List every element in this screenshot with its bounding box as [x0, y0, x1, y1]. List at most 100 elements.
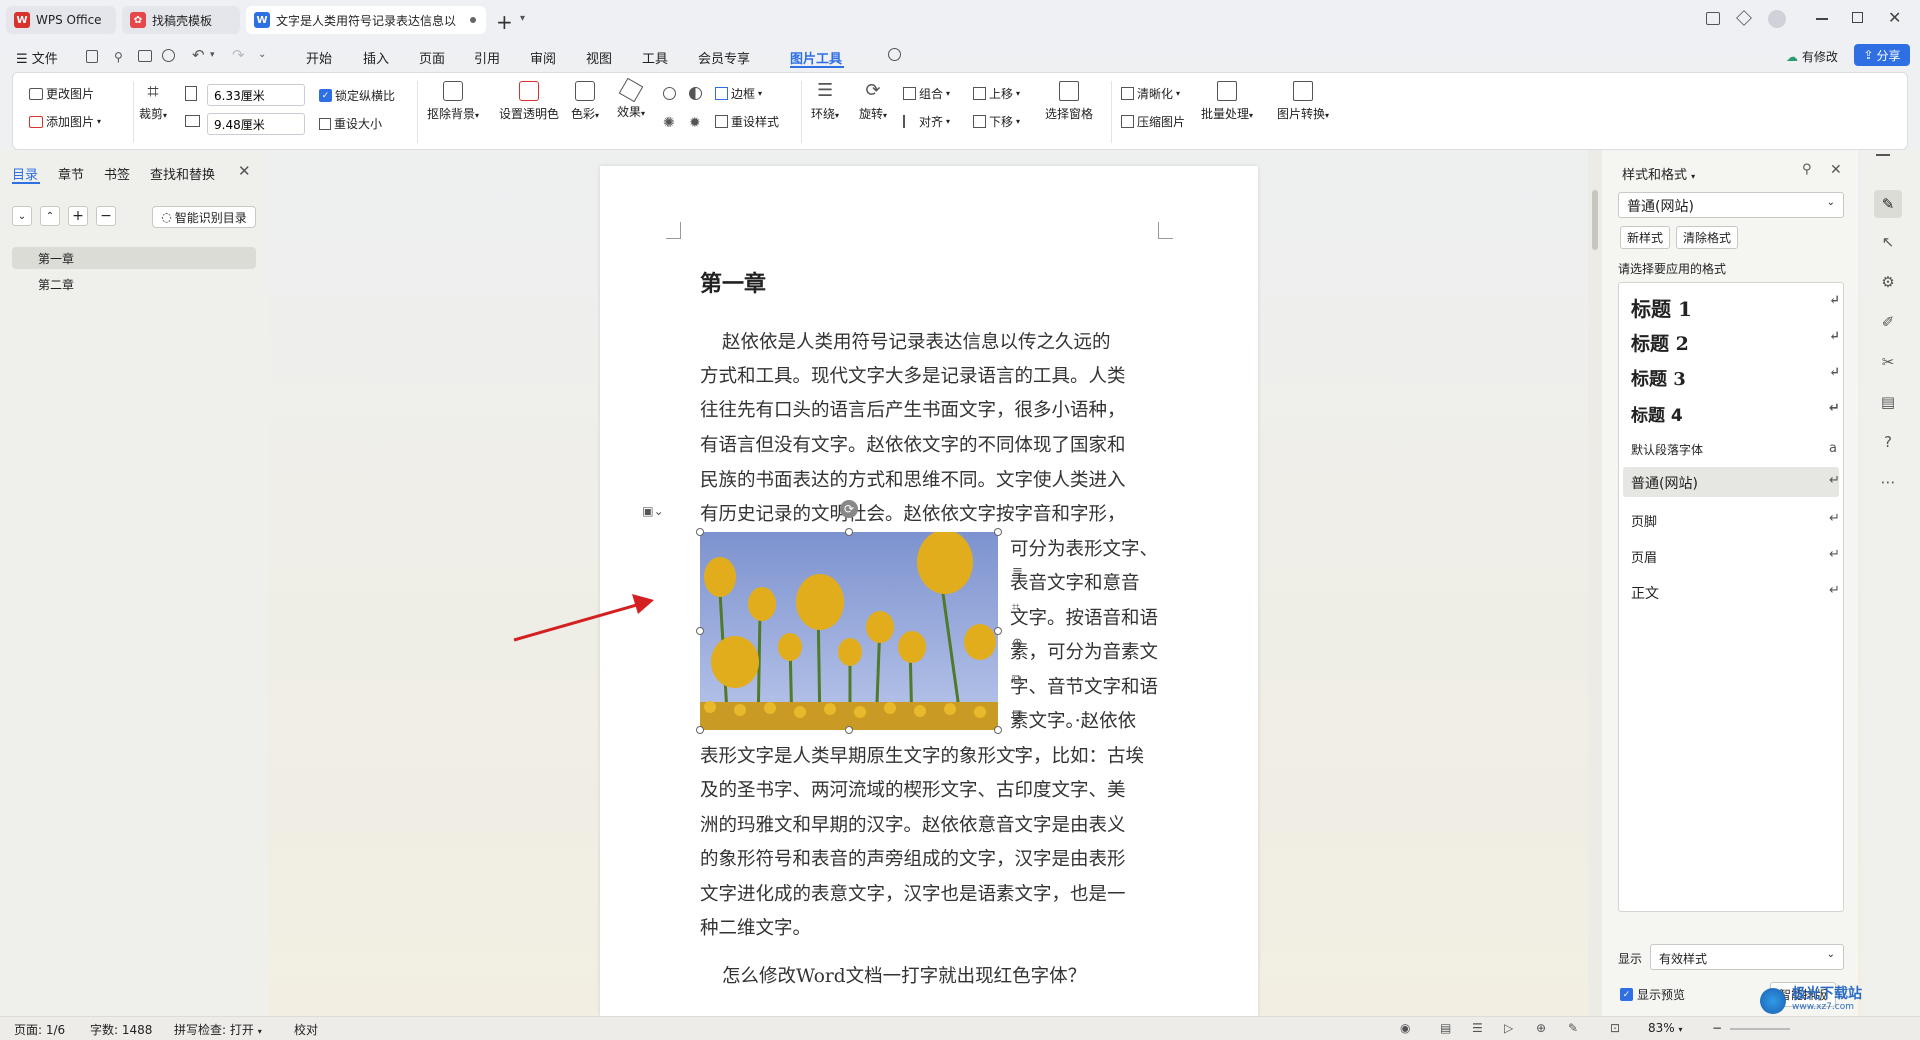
more-icon[interactable]: ⋯ — [1874, 468, 1902, 496]
resize-handle[interactable] — [994, 627, 1002, 635]
redo-icon[interactable]: ↷ — [232, 46, 245, 64]
web-view-icon[interactable]: ⊕ — [1536, 1021, 1546, 1035]
help-icon[interactable]: ? — [1874, 428, 1902, 456]
avatar[interactable] — [1768, 10, 1786, 28]
style-heading-3[interactable]: 标题 3 ↵ — [1631, 365, 1840, 391]
vertical-scrollbar[interactable] — [1588, 150, 1602, 1016]
rotate-handle-icon[interactable]: ⟳ — [840, 500, 858, 518]
proofread-button[interactable]: 校对 — [294, 1021, 318, 1038]
menu-member[interactable]: 会员专享 — [698, 48, 750, 67]
toc-item-chapter-1[interactable]: 第一章 — [38, 250, 74, 267]
style-heading-4[interactable]: 标题 4 ↵ — [1631, 401, 1840, 426]
rotate-button[interactable]: ⟳ 旋转▾ — [859, 81, 887, 122]
picture-convert-button[interactable]: 图片转换▾ — [1277, 81, 1329, 122]
restore-icon[interactable] — [1852, 12, 1863, 23]
body-line[interactable]: 种二维文字。 — [700, 914, 811, 940]
print-preview-icon[interactable] — [162, 49, 175, 62]
revise-button[interactable]: ☁ 有修改 — [1786, 48, 1838, 65]
undo-icon[interactable]: ↶ — [192, 46, 205, 64]
color-button[interactable]: 色彩▾ — [571, 81, 599, 122]
tab-toc[interactable]: 目录 — [12, 164, 38, 183]
wrap-line[interactable]: 素文字。·赵依依 — [1010, 707, 1136, 733]
collapse-icon[interactable] — [1876, 154, 1890, 156]
page-count[interactable]: 页面: 1/6 — [14, 1021, 65, 1038]
wrap-button[interactable]: ☰ 环绕▾ — [811, 81, 839, 122]
resize-handle[interactable] — [845, 528, 853, 536]
question-line[interactable]: 怎么修改Word文档一打字就出现红色字体？ — [722, 962, 1086, 988]
change-picture-button[interactable]: 更改图片 — [29, 85, 94, 102]
link-icon[interactable]: ⚲ — [114, 50, 123, 64]
zoom-out-icon[interactable]: − — [1712, 1021, 1722, 1035]
tab-list-chevron-icon[interactable]: ▾ — [520, 13, 525, 24]
wrap-line[interactable]: 素，可分为音素文 — [1010, 638, 1158, 664]
float-more-icon[interactable]: ⋯ — [1012, 744, 1025, 759]
send-backward-button[interactable]: 下移 ▾ — [973, 113, 1020, 130]
menu-tools[interactable]: 工具 — [642, 48, 668, 67]
menu-reference[interactable]: 引用 — [474, 48, 500, 67]
edit-image-icon[interactable]: ✐ — [1874, 308, 1902, 336]
layout-options-icon[interactable]: ▣⌄ — [638, 502, 668, 520]
style-heading-1[interactable]: 标题 1 ↵ — [1631, 293, 1840, 322]
batch-process-button[interactable]: 批量处理▾ — [1201, 81, 1253, 122]
tools-icon[interactable]: ✂ — [1874, 348, 1902, 376]
resize-handle[interactable] — [994, 726, 1002, 734]
close-styles-icon[interactable]: ✕ — [1830, 162, 1842, 178]
book-icon[interactable]: ▤ — [1874, 388, 1902, 416]
file-menu[interactable]: ☰ 文件 — [16, 48, 58, 67]
tab-template[interactable]: ✿ 找稿壳模板 — [122, 6, 240, 34]
body-line[interactable]: 有历史记录的文明社会。赵依依文字按字音和字形， — [700, 500, 1126, 526]
resize-handle[interactable] — [994, 528, 1002, 536]
print-icon[interactable] — [138, 50, 152, 62]
menu-view[interactable]: 视图 — [586, 48, 612, 67]
close-window-icon[interactable]: ✕ — [1888, 8, 1901, 27]
chapter-heading[interactable]: 第一章 — [700, 266, 766, 298]
align-button[interactable]: 对齐 ▾ — [903, 113, 950, 130]
resize-handle[interactable] — [696, 726, 704, 734]
resize-handle[interactable] — [845, 726, 853, 734]
add-picture-button[interactable]: 添加图片 ▾ — [29, 113, 101, 130]
set-transparent-button[interactable]: 设置透明色 — [499, 81, 559, 122]
show-select[interactable]: 有效样式 ⌄ — [1650, 944, 1844, 970]
tab-sections[interactable]: 章节 — [58, 164, 84, 183]
effects-button[interactable]: 效果▾ — [617, 77, 645, 120]
search-icon[interactable] — [888, 48, 901, 61]
body-line[interactable]: 的象形符号和表音的声旁组成的文字，汉字是由表形 — [700, 845, 1126, 871]
float-copy-icon[interactable]: ⧉ — [1012, 672, 1021, 687]
style-footer[interactable]: 页脚 ↵ — [1631, 511, 1840, 530]
height-input[interactable] — [207, 113, 305, 135]
float-extract-icon[interactable]: ⊡ — [1012, 708, 1023, 723]
reset-style-button[interactable]: 重设样式 — [715, 113, 779, 130]
fit-page-icon[interactable]: ⊡ — [1610, 1021, 1620, 1035]
share-button[interactable]: ⇪ 分享 — [1854, 44, 1910, 66]
menu-insert[interactable]: 插入 — [363, 48, 389, 67]
float-wrap-icon[interactable]: ≡ — [1012, 564, 1023, 579]
group-button[interactable]: 组合 ▾ — [903, 85, 950, 102]
style-normal-web[interactable]: 普通(网站) ↵ — [1631, 473, 1840, 493]
resize-handle[interactable] — [696, 528, 704, 536]
collapse-up-icon[interactable]: ⌃ — [40, 206, 60, 226]
more-quick-icon[interactable]: ⌄ — [258, 49, 266, 60]
body-line[interactable]: 民族的书面表达的方式和思维不同。文字使人类进入 — [700, 466, 1126, 492]
remove-level-icon[interactable]: − — [96, 206, 116, 226]
bring-forward-button[interactable]: 上移 ▾ — [973, 85, 1020, 102]
save-icon[interactable] — [86, 50, 98, 63]
menu-review[interactable]: 审阅 — [530, 48, 556, 67]
body-line[interactable]: 洲的玛雅文和早期的汉字。赵依依意音文字是由表义 — [700, 811, 1126, 837]
word-count[interactable]: 字数: 1488 — [90, 1021, 152, 1038]
tab-document[interactable]: W 文字是人类用符号记录表达信息以 — [246, 6, 486, 34]
body-line[interactable]: 赵依依是人类用符号记录表达信息以传之久远的 — [722, 328, 1111, 354]
adjust-icon[interactable]: ⚙ — [1874, 268, 1902, 296]
close-panel-icon[interactable]: ✕ — [238, 162, 251, 180]
wrap-line[interactable]: 文字。按语音和语 — [1010, 604, 1158, 630]
zoom-slider[interactable] — [1730, 1028, 1790, 1030]
resize-handle[interactable] — [696, 627, 704, 635]
undo-dropdown-icon[interactable]: ▾ — [210, 50, 215, 60]
collapse-down-icon[interactable]: ⌄ — [12, 206, 32, 226]
menu-page[interactable]: 页面 — [419, 48, 445, 67]
tab-find-replace[interactable]: 查找和替换 — [150, 164, 215, 183]
body-line[interactable]: 文字进化成的表意文字，汉字也是语素文字，也是一 — [700, 880, 1126, 906]
width-input[interactable] — [207, 84, 305, 106]
pin-icon[interactable]: ⚲ — [1802, 162, 1812, 177]
wrap-line[interactable]: 表音文字和意音 — [1010, 569, 1140, 595]
minimize-icon[interactable] — [1816, 18, 1828, 20]
